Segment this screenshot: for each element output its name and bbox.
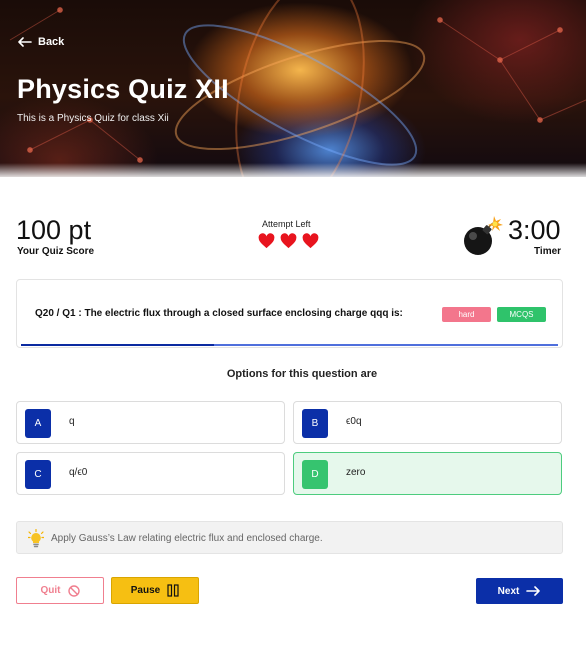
- option-text: q/ϵ0: [69, 467, 88, 478]
- attempts-label: Attempt Left: [262, 219, 311, 229]
- heart-icon: [302, 233, 319, 249]
- option-c[interactable]: C q/ϵ0: [16, 452, 285, 495]
- score-value: 100 pt: [16, 215, 92, 245]
- timer-value: 3:00: [508, 215, 561, 245]
- hint-box: Apply Gauss’s Law relating electric flux…: [16, 521, 563, 554]
- question-progress-fill: [21, 344, 215, 346]
- prohibited-icon: [67, 584, 80, 597]
- option-letter: C: [25, 460, 51, 489]
- question-progress-bar: [21, 344, 558, 346]
- option-a[interactable]: A q: [16, 401, 285, 444]
- option-letter: A: [25, 409, 51, 438]
- pause-button[interactable]: Pause: [111, 577, 199, 604]
- arrow-right-icon: [526, 586, 541, 596]
- options-heading: Options for this question are: [226, 368, 378, 380]
- back-label: Back: [38, 36, 65, 48]
- next-label: Next: [497, 585, 520, 597]
- timer-label: Timer: [534, 246, 562, 257]
- heart-icon: [258, 233, 275, 249]
- option-b[interactable]: B ϵ0q: [293, 401, 562, 444]
- attempts-hearts: [258, 233, 319, 249]
- option-text: ϵ0q: [346, 416, 362, 427]
- option-text: zero: [346, 467, 366, 478]
- option-letter: B: [302, 409, 328, 438]
- question-card: Q20 / Q1 : The electric flux through a c…: [16, 279, 563, 348]
- hero-fade: [0, 163, 586, 177]
- question-text: Q20 / Q1 : The electric flux through a c…: [35, 308, 403, 319]
- option-letter: D: [302, 460, 328, 489]
- option-d-selected[interactable]: D zero: [293, 452, 562, 495]
- quiz-title: Physics Quiz XII: [17, 74, 229, 104]
- heart-icon: [280, 233, 297, 249]
- pause-label: Pause: [130, 585, 161, 596]
- lightbulb-icon: [28, 529, 44, 548]
- next-button[interactable]: Next: [476, 578, 563, 604]
- hint-text: Apply Gauss’s Law relating electric flux…: [51, 533, 323, 544]
- option-text: q: [69, 416, 75, 427]
- quit-button[interactable]: Quit: [16, 577, 104, 604]
- quiz-page: Back Physics Quiz XII This is a Physics …: [0, 0, 586, 651]
- score-label: Your Quiz Score: [17, 246, 95, 257]
- back-link[interactable]: Back: [17, 36, 64, 48]
- quit-label: Quit: [40, 585, 61, 596]
- hero-banner: Back Physics Quiz XII This is a Physics …: [0, 0, 586, 177]
- difficulty-badge: hard: [442, 307, 491, 322]
- question-type-badge: MCQS: [497, 307, 546, 322]
- arrow-left-icon: [18, 37, 32, 47]
- bomb-icon: [464, 216, 503, 255]
- quiz-subtitle: This is a Physics Quiz for class Xii: [17, 113, 169, 124]
- pause-icon: [167, 584, 179, 597]
